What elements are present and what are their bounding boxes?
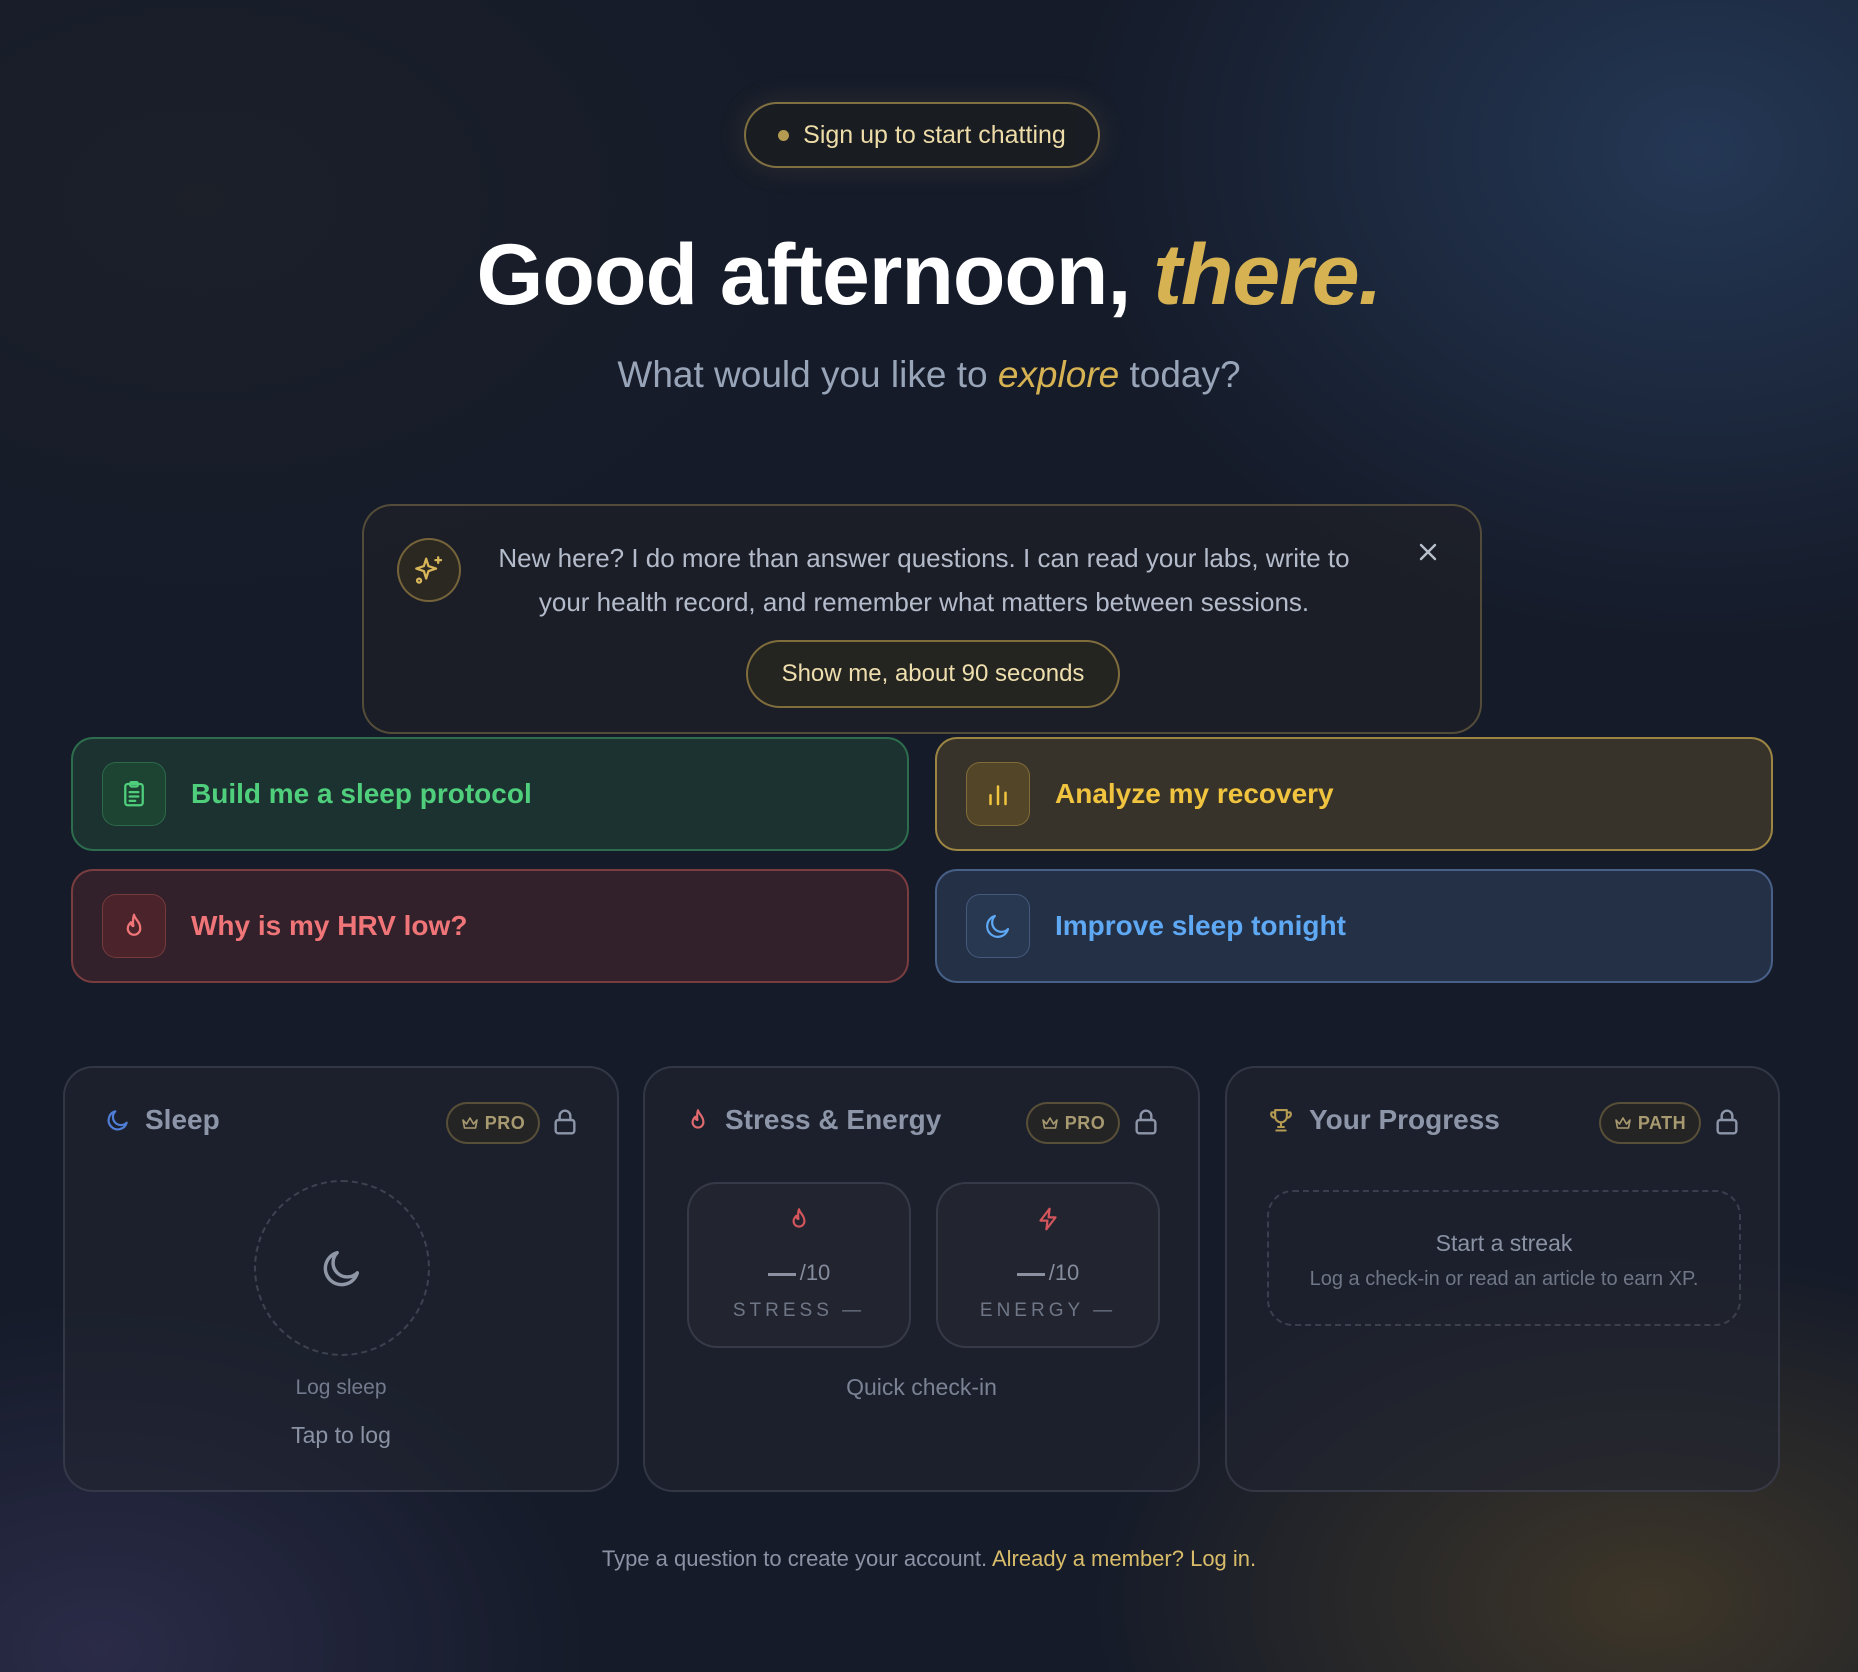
progress-widget: Your Progress PATH Start a streak Log a … [1225,1066,1780,1492]
stress-value: /10 [689,1260,909,1286]
lock-icon[interactable] [549,1106,581,1138]
widget-title-label: Sleep [145,1104,220,1135]
badge-label: PRO [484,1112,526,1133]
streak-subtitle: Log a check-in or read an article to ear… [1309,1268,1699,1290]
stress-label: STRESS — [732,1300,866,1321]
pro-badge: PRO [446,1102,540,1144]
intro-cta-button[interactable]: Show me, about 90 seconds [746,640,1120,708]
flame-icon [691,1109,705,1129]
energy-value: /10 [938,1260,1158,1286]
lock-icon[interactable] [1130,1106,1162,1138]
greeting-text: Good afternoon, [476,227,1132,323]
moon-icon [966,894,1030,958]
suggestion-label: Analyze my recovery [1055,778,1334,809]
flame-icon [689,1206,909,1232]
badge-label: PRO [1064,1112,1106,1133]
intro-text: New here? I do more than answer question… [498,543,1350,617]
crown-icon [1615,1117,1631,1129]
flame-icon [102,894,166,958]
sleep-widget-title: Sleep [105,1104,220,1136]
moon-icon [323,1250,360,1287]
tap-to-log-label: Tap to log [291,1422,391,1448]
greeting-name: there. [1153,227,1382,323]
badge-label: PATH [1637,1112,1687,1133]
status-dot [778,129,790,141]
suggestion-hrv-low[interactable]: Why is my HRV low? [71,869,909,983]
widget-title-label: Stress & Energy [725,1104,942,1135]
suggestion-sleep-protocol[interactable]: Build me a sleep protocol [71,737,909,851]
stress-energy-widget: Stress & Energy PRO /10 STRESS — /10 ENE… [643,1066,1200,1492]
subtitle-accent: explore [997,354,1120,395]
signup-pill-button[interactable]: Sign up to start chatting [744,102,1100,168]
energy-label: ENERGY — [979,1300,1117,1321]
signup-label: Sign up to start chatting [803,120,1066,149]
quick-checkin-label: Quick check-in [846,1374,997,1400]
moon-icon [107,1110,128,1131]
stress-metric-button[interactable]: /10 STRESS — [687,1182,911,1348]
energy-metric-button[interactable]: /10 ENERGY — [936,1182,1160,1348]
trophy-icon [1270,1109,1292,1132]
streak-title: Start a streak [1435,1230,1573,1256]
page-subtitle: What would you like to explore today? [0,354,1858,396]
suggestion-label: Improve sleep tonight [1055,910,1346,941]
clipboard-icon [102,762,166,826]
path-badge: PATH [1599,1102,1701,1144]
sparkle-icon [397,538,461,602]
suggestion-label: Build me a sleep protocol [191,778,532,809]
sleep-widget: Sleep PRO Log sleep Tap to log [63,1066,619,1492]
lightning-icon [938,1206,1158,1232]
crown-icon [461,1117,478,1129]
crown-icon [1041,1117,1058,1129]
close-icon[interactable] [1404,528,1452,576]
lock-icon[interactable] [1711,1106,1743,1138]
streak-empty-state: Start a streak Log a check-in or read an… [1267,1190,1741,1326]
progress-widget-title: Your Progress [1267,1104,1500,1136]
footer-text: Type a question to create your account. … [0,1546,1858,1572]
subtitle-before: What would you like to [617,354,988,395]
pro-badge: PRO [1026,1102,1120,1144]
footer-message: Type a question to create your account. [601,1546,988,1571]
login-link[interactable]: Already a member? Log in. [992,1546,1256,1571]
log-sleep-label: Log sleep [295,1376,387,1399]
widget-title-label: Your Progress [1309,1104,1500,1135]
bar-chart-icon [966,762,1030,826]
intro-card: New here? I do more than answer question… [362,504,1482,734]
suggestion-analyze-recovery[interactable]: Analyze my recovery [935,737,1773,851]
page-title: Good afternoon, there. [0,226,1858,325]
stress-widget-title: Stress & Energy [685,1104,941,1136]
subtitle-after: today? [1129,354,1241,395]
log-sleep-button[interactable] [254,1180,430,1356]
suggestion-improve-sleep[interactable]: Improve sleep tonight [935,869,1773,983]
suggestion-label: Why is my HRV low? [191,910,468,941]
